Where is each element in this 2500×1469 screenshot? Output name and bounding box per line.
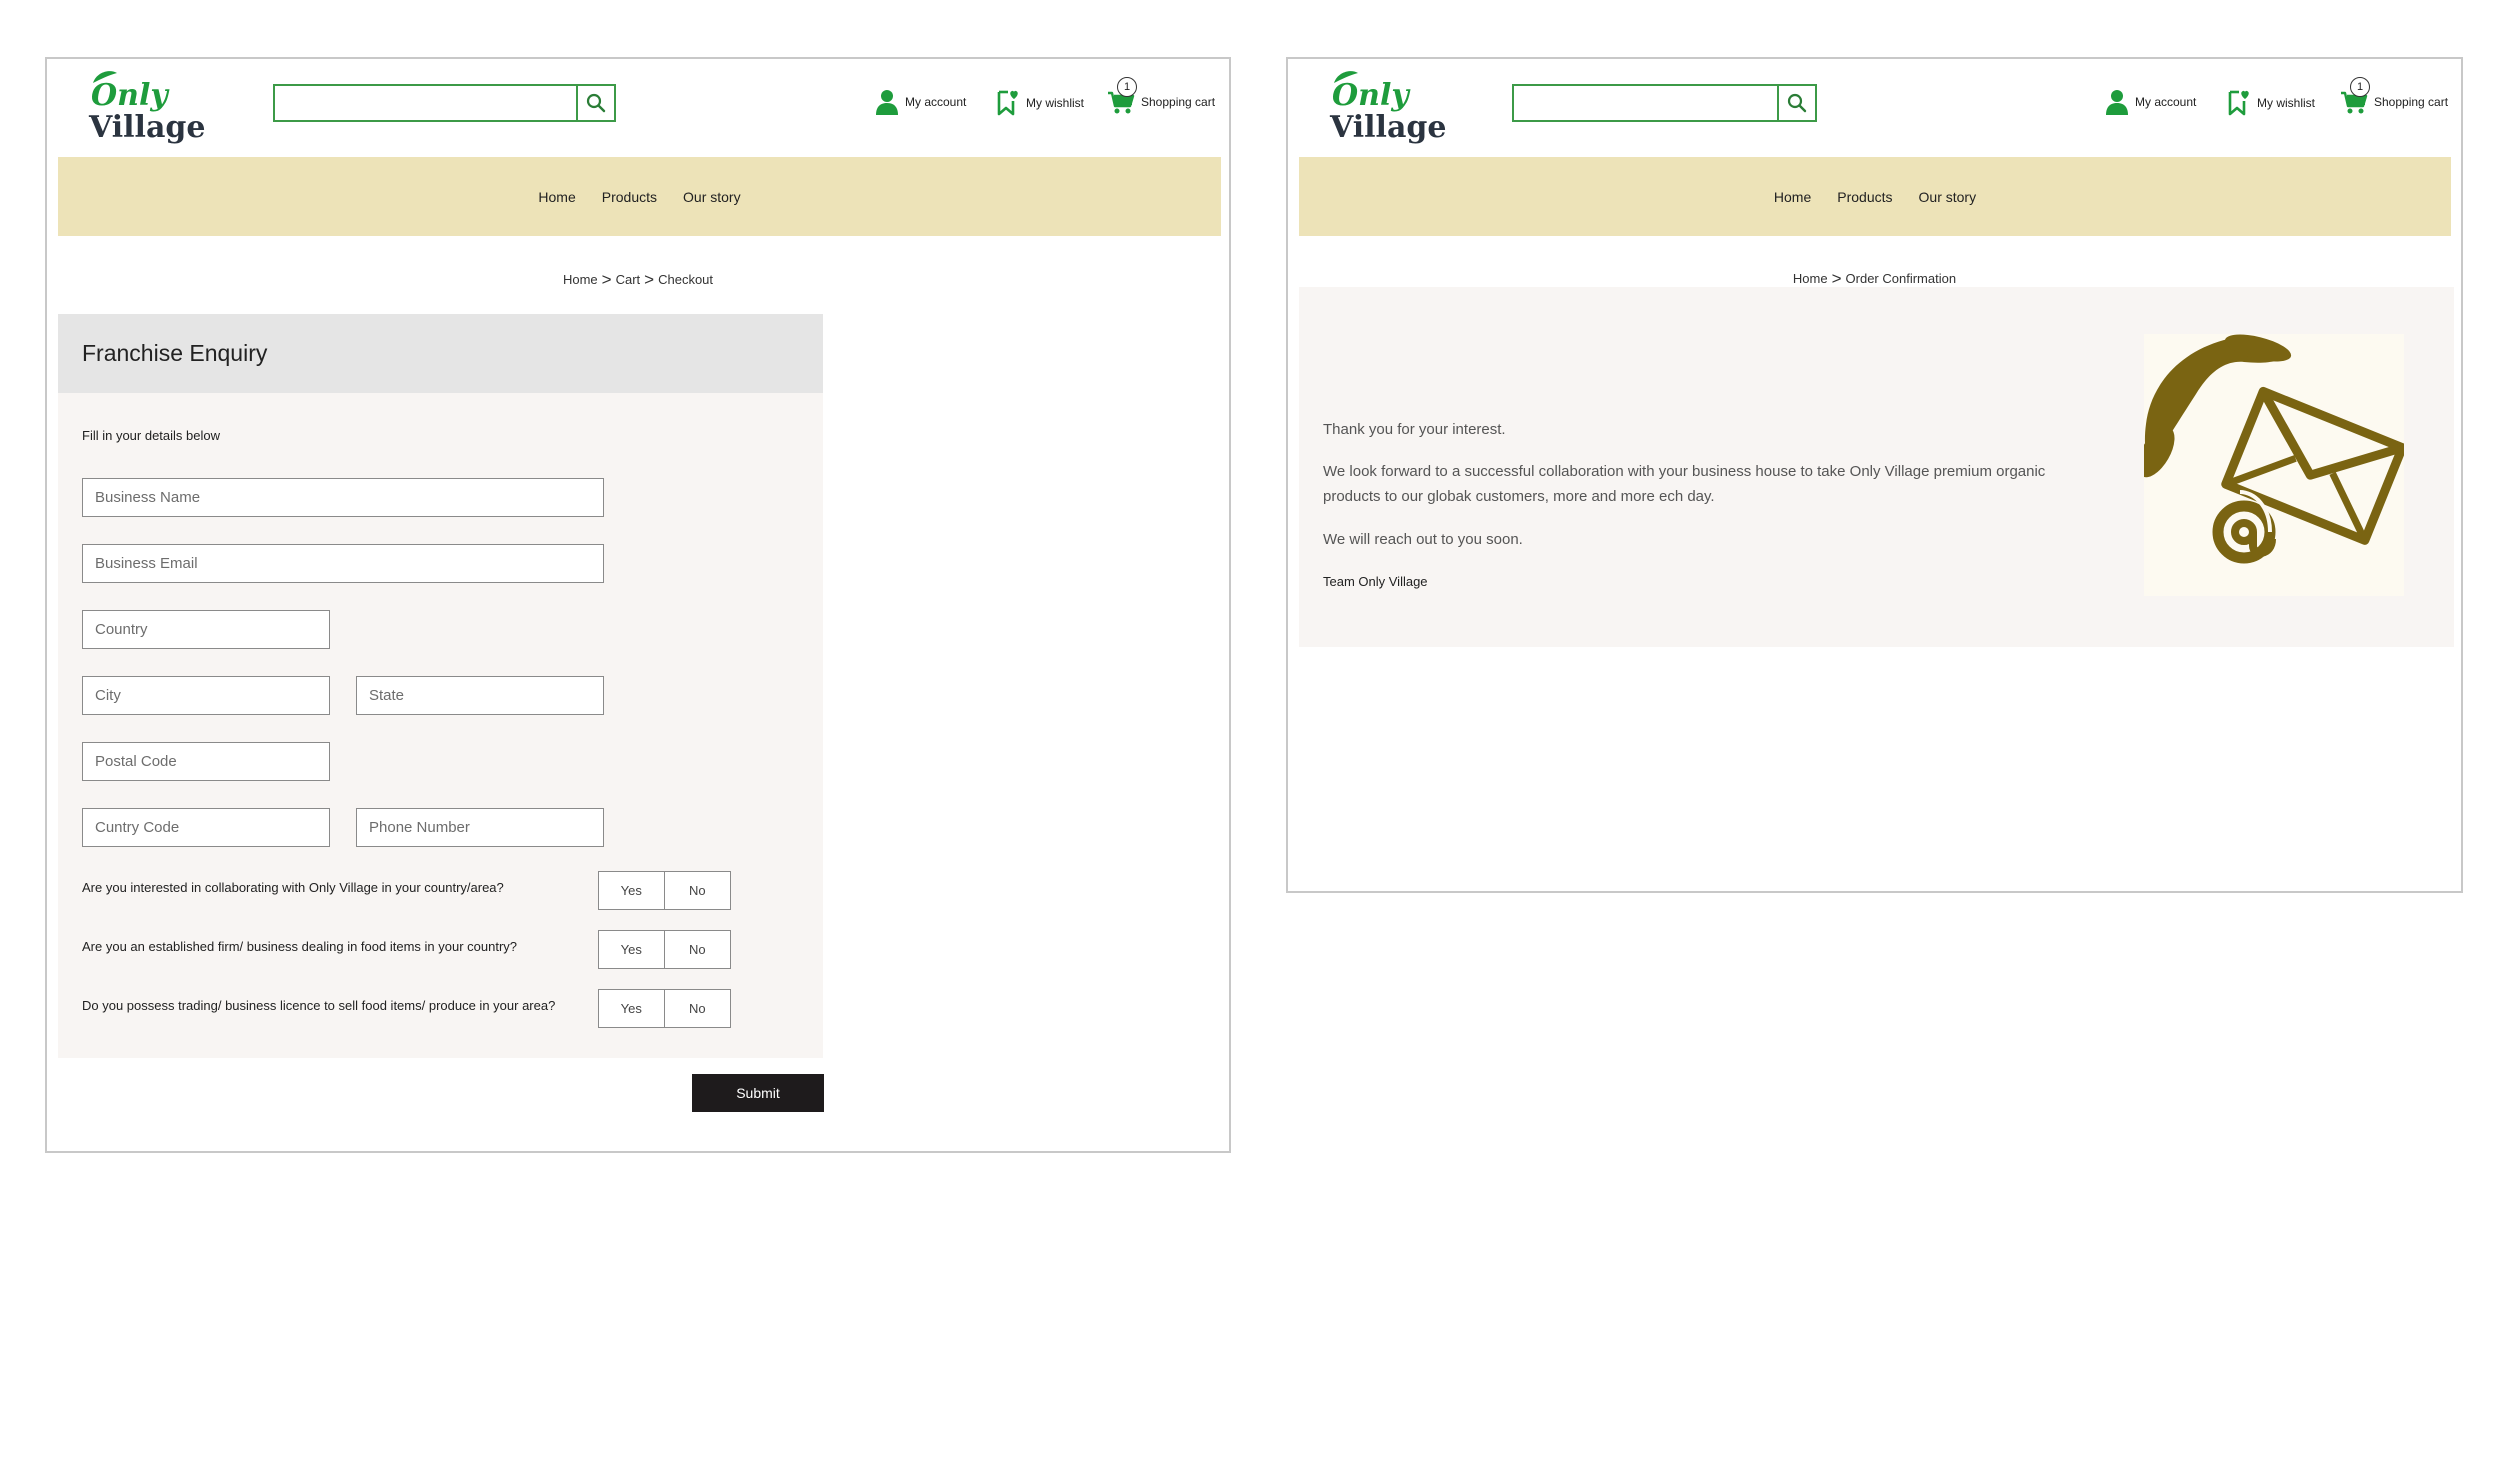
nav-home[interactable]: Home	[538, 189, 575, 205]
my-account-link[interactable]: My account	[2105, 89, 2196, 115]
phone-number-input[interactable]	[357, 809, 603, 846]
country-field	[82, 610, 330, 649]
postal-code-input[interactable]	[83, 743, 329, 780]
user-icon	[2106, 90, 2128, 115]
cart-count-badge: 1	[2350, 77, 2370, 97]
shopping-cart-label: Shopping cart	[2374, 95, 2449, 109]
nav-products[interactable]: Products	[602, 189, 657, 205]
phone-mail-at-icon	[2144, 334, 2404, 564]
nav-home[interactable]: Home	[1774, 189, 1811, 205]
form-subtitle: Fill in your details below	[82, 428, 221, 443]
collaboration-yes-button[interactable]: Yes	[598, 871, 665, 910]
form-header: Franchise Enquiry	[58, 314, 823, 393]
shopping-cart-label: Shopping cart	[1141, 95, 1216, 109]
established-firm-yes-no: Yes No	[598, 930, 731, 969]
only-village-logo[interactable]: Only Village	[87, 69, 207, 149]
search-bar	[273, 84, 616, 122]
business-name-field	[82, 478, 604, 517]
team-signature: Team Only Village	[1323, 574, 1428, 589]
main-nav: Home Products Our story	[58, 157, 1221, 236]
svg-text:Only: Only	[1332, 78, 1411, 113]
collaboration-no-button[interactable]: No	[664, 871, 731, 910]
submit-button[interactable]: Submit	[692, 1074, 824, 1112]
trading-licence-yes-no: Yes No	[598, 989, 731, 1028]
breadcrumb-cart[interactable]: Cart	[616, 272, 641, 287]
collaboration-yes-no: Yes No	[598, 871, 731, 910]
user-icon	[876, 90, 898, 115]
cart-icon-wrap: 1	[2340, 77, 2374, 115]
country-code-input[interactable]	[83, 809, 329, 846]
only-village-logo[interactable]: Only Village	[1328, 69, 1448, 149]
nav-our-story[interactable]: Our story	[683, 189, 741, 205]
business-name-input[interactable]	[83, 479, 603, 516]
search-button[interactable]	[1777, 86, 1815, 120]
my-account-link[interactable]: My account	[875, 89, 966, 115]
phone-number-field	[356, 808, 604, 847]
reach-out-text: We will reach out to you soon.	[1323, 531, 1523, 548]
search-input[interactable]	[275, 86, 578, 120]
order-confirmation-page: Only Village My account My wishlist 1 Sh…	[1286, 57, 2463, 893]
breadcrumb: Home > Cart > Checkout	[47, 269, 1229, 289]
main-nav: Home Products Our story	[1299, 157, 2451, 236]
collaboration-text-line1: We look forward to a successful collabor…	[1323, 463, 2046, 480]
franchise-enquiry-form: Franchise Enquiry Fill in your details b…	[58, 314, 823, 1058]
page-title: Franchise Enquiry	[82, 340, 268, 366]
search-bar	[1512, 84, 1817, 122]
breadcrumb: Home > Order Confirmation	[1288, 268, 2461, 288]
nav-our-story[interactable]: Our story	[1919, 189, 1977, 205]
breadcrumb-separator: >	[601, 270, 612, 289]
bookmark-heart-icon	[2228, 90, 2249, 116]
my-wishlist-link[interactable]: My wishlist	[2227, 89, 2315, 117]
postal-code-field	[82, 742, 330, 781]
established-firm-no-button[interactable]: No	[664, 930, 731, 969]
my-wishlist-label: My wishlist	[2257, 96, 2316, 110]
question-trading-licence: Do you possess trading/ business licence…	[82, 998, 556, 1013]
question-established-firm: Are you an established firm/ business de…	[82, 939, 518, 954]
shopping-cart-link[interactable]: 1 Shopping cart	[2340, 77, 2449, 115]
question-collaboration: Are you interested in collaborating with…	[82, 880, 504, 895]
breadcrumb-separator: >	[644, 270, 655, 289]
country-input[interactable]	[83, 611, 329, 648]
search-button[interactable]	[576, 86, 614, 120]
my-wishlist-link[interactable]: My wishlist	[996, 89, 1084, 117]
city-input[interactable]	[83, 677, 329, 714]
my-wishlist-label: My wishlist	[1026, 96, 1085, 110]
search-input[interactable]	[1514, 86, 1779, 120]
state-input[interactable]	[357, 677, 603, 714]
svg-text:Village: Village	[88, 110, 205, 145]
business-email-field	[82, 544, 604, 583]
cart-icon-wrap: 1	[1107, 77, 1141, 115]
svg-text:Village: Village	[1329, 110, 1446, 145]
franchise-enquiry-page: Only Village My account My wishlist 1 Sh…	[45, 57, 1231, 1153]
state-field	[356, 676, 604, 715]
my-account-label: My account	[905, 95, 967, 109]
search-icon	[586, 93, 606, 113]
breadcrumb-checkout: Checkout	[658, 272, 714, 287]
breadcrumb-home[interactable]: Home	[563, 272, 598, 287]
search-icon	[1787, 93, 1807, 113]
country-code-field	[82, 808, 330, 847]
bookmark-heart-icon	[997, 90, 1018, 116]
cart-count-badge: 1	[1117, 77, 1137, 97]
breadcrumb-order-confirmation: Order Confirmation	[1845, 271, 1957, 286]
trading-licence-no-button[interactable]: No	[664, 989, 731, 1028]
breadcrumb-home[interactable]: Home	[1793, 271, 1828, 286]
breadcrumb-separator: >	[1831, 269, 1842, 288]
logo-mark: Only Village	[88, 71, 205, 145]
contact-illustration	[2144, 334, 2404, 596]
shopping-cart-link[interactable]: 1 Shopping cart	[1107, 77, 1216, 115]
nav-products[interactable]: Products	[1837, 189, 1892, 205]
confirmation-panel: Thank you for your interest. We look for…	[1299, 287, 2454, 647]
svg-text:Only: Only	[91, 78, 170, 113]
trading-licence-yes-button[interactable]: Yes	[598, 989, 665, 1028]
logo-mark: Only Village	[1329, 71, 1446, 145]
established-firm-yes-button[interactable]: Yes	[598, 930, 665, 969]
city-field	[82, 676, 330, 715]
business-email-input[interactable]	[83, 545, 603, 582]
my-account-label: My account	[2135, 95, 2197, 109]
collaboration-text-line2: products to our globak customers, more a…	[1323, 488, 1715, 505]
thanks-text: Thank you for your interest.	[1323, 421, 1506, 438]
